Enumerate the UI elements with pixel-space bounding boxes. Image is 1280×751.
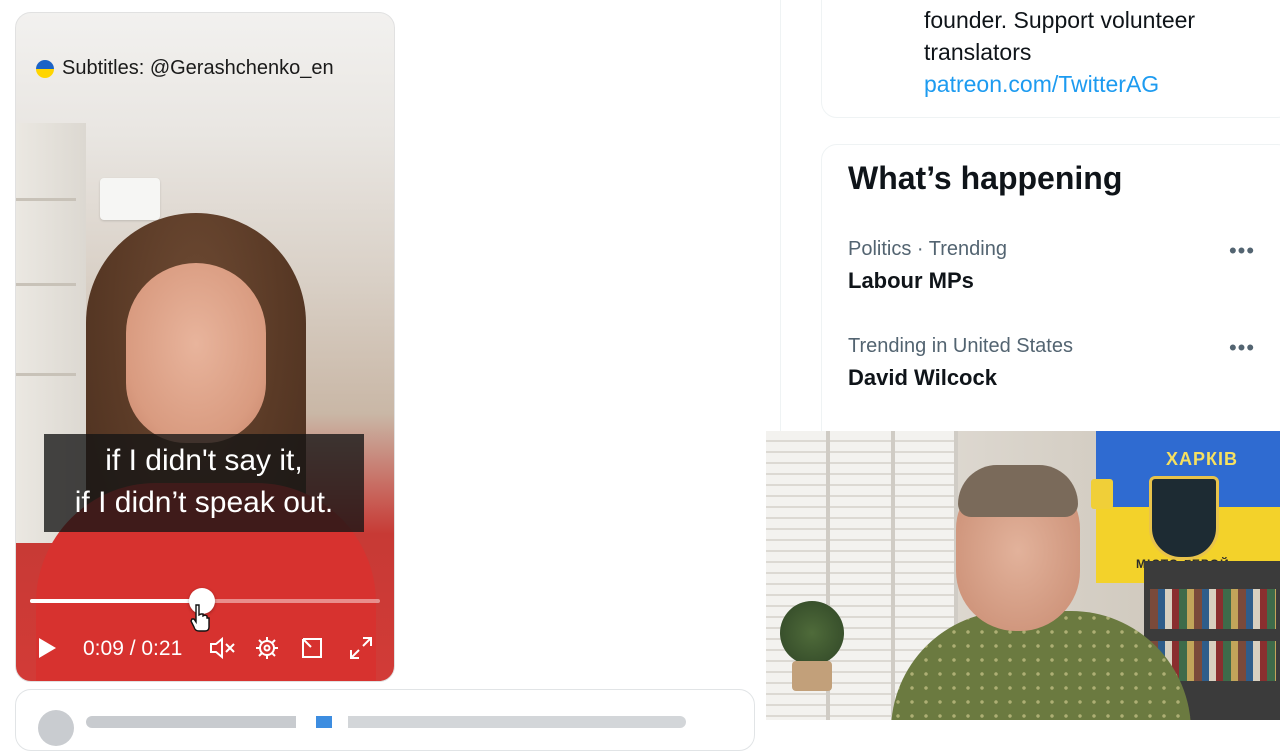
profile-bio: founder. Support volunteer translators p…: [924, 4, 1195, 100]
pip-button[interactable]: [297, 633, 327, 663]
video-caption: if I didn't say it, if I didn’t speak ou…: [44, 434, 364, 532]
video-controls: 0:09 / 0:21: [16, 621, 394, 681]
books-row: [1150, 589, 1276, 629]
bio-line-2: translators: [924, 39, 1032, 65]
trend-2-name[interactable]: David Wilcock: [848, 365, 997, 391]
bonsai-plant-icon: [780, 601, 844, 665]
video-person-face: [126, 263, 266, 443]
trend-2-meta[interactable]: Trending in United States: [848, 335, 1073, 358]
play-button[interactable]: [32, 633, 62, 663]
settings-button[interactable]: [252, 633, 282, 663]
picture-in-picture-icon: [302, 638, 322, 658]
tweet-header-cutoff: [86, 716, 686, 728]
video-shelf: [16, 373, 76, 376]
volume-muted-icon: [210, 636, 235, 660]
next-tweet-card[interactable]: [15, 689, 755, 751]
shutter-frame: [891, 431, 895, 720]
gear-icon: [256, 637, 278, 659]
avatar[interactable]: [38, 710, 74, 746]
video-progress-fill: [30, 599, 202, 603]
trend-2-more-button[interactable]: •••: [1228, 337, 1256, 363]
video-shelf: [16, 283, 76, 286]
fullscreen-button[interactable]: [346, 633, 376, 663]
video-shelf: [16, 198, 76, 201]
subtitles-credit: Subtitles: @Gerashchenko_en: [36, 57, 334, 80]
webcam-overlay: ХАРКІВ МІСТО-ГЕРОЙ: [766, 431, 1280, 720]
video-player[interactable]: Subtitles: @Gerashchenko_en if I didn't …: [15, 12, 395, 682]
trident-emblem-icon: [1091, 479, 1113, 509]
plant-pot: [792, 661, 832, 691]
caption-line-1: if I didn't say it,: [105, 444, 303, 477]
trend-1-more-button[interactable]: •••: [1228, 240, 1256, 266]
fullscreen-icon: [350, 637, 372, 659]
subtitles-credit-text: Subtitles: @Gerashchenko_en: [62, 57, 334, 79]
play-icon: [39, 638, 56, 658]
bio-link[interactable]: patreon.com/TwitterAG: [924, 68, 1195, 100]
mute-button[interactable]: [208, 633, 238, 663]
bio-line-1: founder. Support volunteer: [924, 7, 1196, 33]
whats-happening-title: What’s happening: [848, 160, 1123, 196]
presenter-hair: [958, 465, 1078, 517]
caption-line-2: if I didn’t speak out.: [74, 486, 334, 519]
video-air-conditioner: [100, 178, 160, 220]
flag-title-text: ХАРКІВ: [1166, 449, 1238, 469]
video-time: 0:09 / 0:21: [83, 637, 183, 660]
ukraine-flag-icon: [36, 59, 54, 78]
trend-1-meta[interactable]: Politics · Trending: [848, 238, 1007, 261]
trend-1-name[interactable]: Labour MPs: [848, 268, 974, 294]
kharkiv-shield-emblem-icon: [1149, 476, 1219, 560]
